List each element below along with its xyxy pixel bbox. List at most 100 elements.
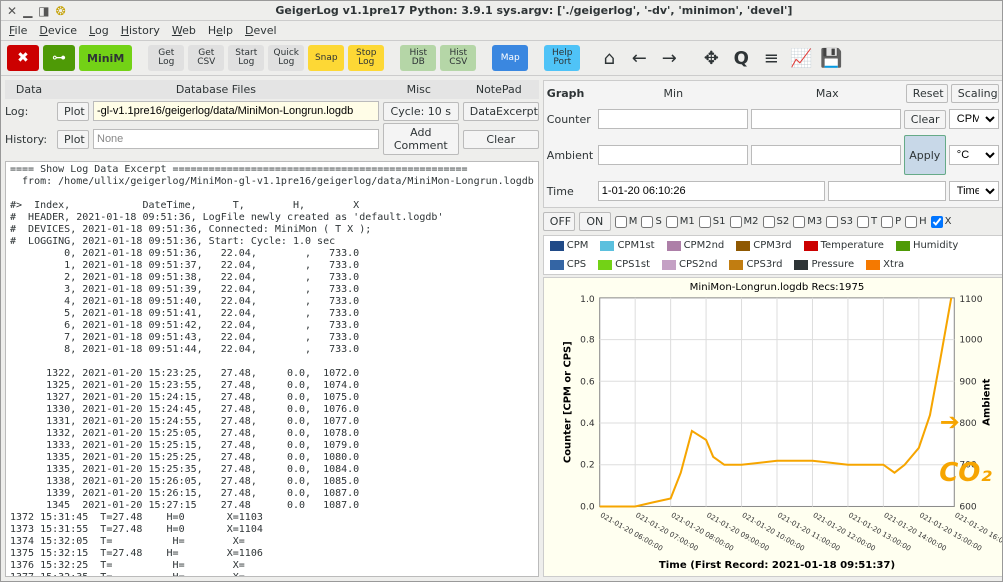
co2-annotation: CO₂ (939, 458, 992, 488)
back-icon[interactable]: ← (626, 48, 652, 69)
clear-notepad-button[interactable]: Clear (463, 130, 539, 149)
check-m1[interactable]: M1 (666, 216, 695, 228)
legend: CPMCPM1stCPM2ndCPM3rdTemperatureHumidity… (543, 235, 1002, 275)
pan-icon[interactable]: ✥ (698, 48, 724, 69)
menu-help[interactable]: Help (208, 24, 233, 37)
svg-text:021-01-20 09:00:00: 021-01-20 09:00:00 (705, 510, 771, 552)
cycle-button[interactable]: Cycle: 10 s (383, 102, 459, 121)
window-maximize-icon[interactable]: ◨ (38, 4, 49, 18)
check-h[interactable]: H (905, 216, 927, 228)
zoom-icon[interactable]: Q (728, 48, 754, 69)
plot-hist-button[interactable]: Plot (57, 130, 89, 149)
forward-icon[interactable]: → (656, 48, 682, 69)
header-notepad: NotePad (459, 80, 539, 99)
menu-log[interactable]: Log (89, 24, 109, 37)
svg-text:021-01-20 10:00:00: 021-01-20 10:00:00 (740, 510, 806, 552)
svg-text:021-01-20 11:00:00: 021-01-20 11:00:00 (776, 510, 842, 552)
time-min-input[interactable] (598, 181, 825, 201)
check-s[interactable]: S (641, 216, 661, 228)
svg-text:0.4: 0.4 (580, 419, 595, 429)
check-m3[interactable]: M3 (793, 216, 822, 228)
svg-text:1.0: 1.0 (580, 295, 595, 305)
legend-item: Humidity (896, 240, 958, 251)
minim-button[interactable]: MiniM (79, 45, 132, 71)
connect-icon[interactable]: ⊶ (43, 45, 75, 71)
log-path-input[interactable] (93, 101, 379, 121)
off-button[interactable]: OFF (543, 212, 575, 231)
snap-button[interactable]: Snap (308, 45, 344, 71)
get-log-button[interactable]: Get Log (148, 45, 184, 71)
reset-button[interactable]: Reset (906, 84, 948, 103)
svg-text:0.0: 0.0 (580, 503, 595, 513)
svg-text:021-01-20 15:00:00: 021-01-20 15:00:00 (918, 510, 984, 552)
svg-text:1100: 1100 (959, 295, 982, 305)
time-select[interactable]: Time (949, 181, 999, 201)
label-history: History: (5, 133, 53, 146)
arrow-icon: ➔ (940, 408, 960, 436)
label-time: Time (547, 185, 595, 198)
ambient-min-input[interactable] (598, 145, 748, 165)
menu-devel[interactable]: Devel (245, 24, 277, 37)
degc-select[interactable]: °C (949, 145, 999, 165)
add-comment-button[interactable]: Add Comment (383, 123, 459, 155)
menu-web[interactable]: Web (172, 24, 196, 37)
legend-item: Pressure (794, 259, 854, 270)
check-x[interactable]: X (931, 216, 952, 228)
log-text-area[interactable]: ==== Show Log Data Excerpt =============… (5, 161, 539, 577)
window-close-icon[interactable]: ✕ (7, 4, 17, 18)
check-s1[interactable]: S1 (699, 216, 726, 228)
label-ambient: Ambient (547, 149, 595, 162)
cpm-select[interactable]: CPM (949, 109, 999, 129)
get-csv-button[interactable]: Get CSV (188, 45, 224, 71)
svg-text:021-01-20 13:00:00: 021-01-20 13:00:00 (847, 510, 913, 552)
legend-item: CPS1st (598, 259, 650, 270)
svg-text:0.2: 0.2 (580, 461, 594, 471)
svg-text:0.6: 0.6 (580, 377, 595, 387)
clear-counter-button[interactable]: Clear (904, 110, 946, 129)
menubar: File Device Log History Web Help Devel (1, 21, 1002, 41)
scaling-button[interactable]: Scaling (951, 84, 999, 103)
apply-button[interactable]: Apply (904, 135, 946, 175)
save-icon[interactable]: 💾 (818, 48, 844, 69)
label-max: Max (752, 87, 903, 100)
legend-item: CPS3rd (729, 259, 782, 270)
map-button[interactable]: Map (492, 45, 528, 71)
label-graph: Graph (547, 87, 595, 100)
hist-db-button[interactable]: Hist DB (400, 45, 436, 71)
hist-csv-button[interactable]: Hist CSV (440, 45, 476, 71)
home-icon[interactable]: ⌂ (596, 48, 622, 69)
legend-item: CPS (550, 259, 586, 270)
label-log: Log: (5, 105, 53, 118)
start-log-button[interactable]: Start Log (228, 45, 264, 71)
quick-log-button[interactable]: Quick Log (268, 45, 304, 71)
plot-area[interactable]: 0.00.20.4 0.60.81.0 600700800 9001000110… (543, 277, 1002, 577)
plot-log-button[interactable]: Plot (57, 102, 89, 121)
hist-path-input[interactable] (93, 129, 379, 149)
menu-file[interactable]: File (9, 24, 27, 37)
window-minimize-icon[interactable]: ▁ (23, 4, 32, 18)
svg-text:021-01-20 07:00:00: 021-01-20 07:00:00 (634, 510, 700, 552)
on-button[interactable]: ON (579, 212, 611, 231)
counter-max-input[interactable] (751, 109, 901, 129)
stop-log-button[interactable]: Stop Log (348, 45, 384, 71)
menu-history[interactable]: History (121, 24, 160, 37)
svg-text:MiniMon-Longrun.logdb Recs: MiniMon-Longrun.logdb Recs:1975 (689, 282, 864, 293)
data-excerpt-button[interactable]: DataExcerpt (463, 102, 539, 121)
check-m2[interactable]: M2 (730, 216, 759, 228)
svg-text:Ambient: Ambient (981, 378, 992, 425)
menu-device[interactable]: Device (39, 24, 77, 37)
sliders-icon[interactable]: ≡ (758, 48, 784, 69)
time-max-input[interactable] (828, 181, 946, 201)
check-t[interactable]: T (857, 216, 877, 228)
counter-min-input[interactable] (598, 109, 748, 129)
header-misc: Misc (379, 80, 459, 99)
ambient-max-input[interactable] (751, 145, 901, 165)
check-s3[interactable]: S3 (826, 216, 853, 228)
check-s2[interactable]: S2 (763, 216, 790, 228)
check-p[interactable]: P (881, 216, 901, 228)
chart-icon[interactable]: 📈 (788, 48, 814, 69)
svg-text:021-01-20 08:00:00: 021-01-20 08:00:00 (669, 510, 735, 552)
power-off-icon[interactable]: ✖ (7, 45, 39, 71)
help-port-button[interactable]: Help Port (544, 45, 580, 71)
check-m[interactable]: M (615, 216, 638, 228)
